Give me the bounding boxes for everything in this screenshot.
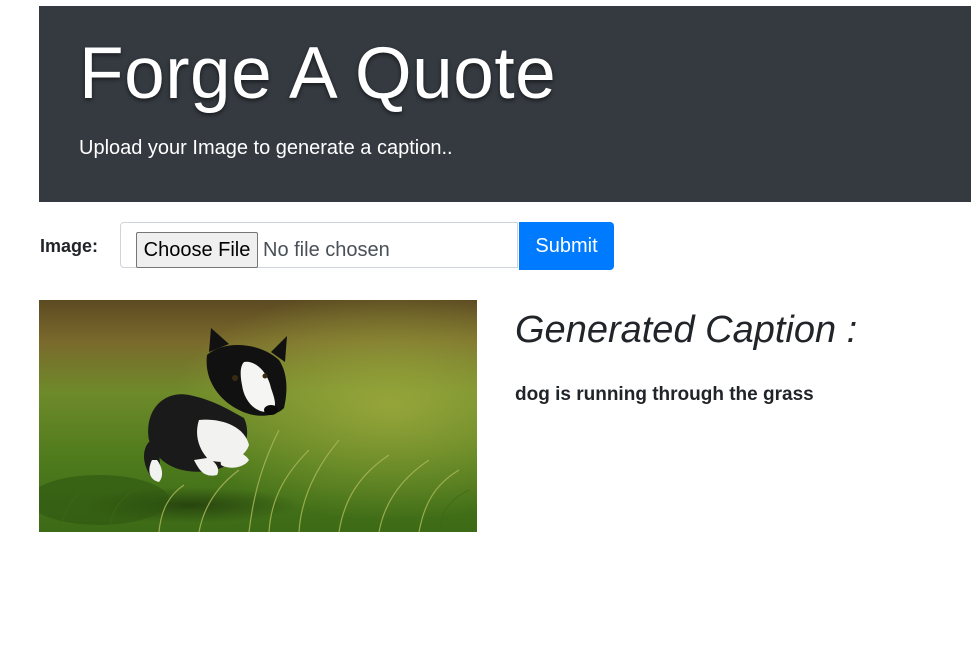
file-input[interactable]: Choose File No file chosen (120, 222, 518, 268)
dog-photo (39, 300, 477, 532)
generated-caption-text: dog is running through the grass (515, 384, 814, 405)
uploaded-image (39, 300, 477, 532)
submit-button[interactable]: Submit (519, 222, 614, 270)
generated-caption-heading: Generated Caption : (515, 309, 858, 351)
image-label: Image: (40, 236, 99, 256)
header-banner: Forge A Quote Upload your Image to gener… (39, 6, 971, 202)
no-file-chosen-text: No file chosen (263, 239, 390, 261)
page-title: Forge A Quote (79, 33, 557, 114)
page-subtitle: Upload your Image to generate a caption.… (79, 137, 453, 159)
upload-form: Image: Choose File No file chosen Submit (39, 222, 639, 270)
choose-file-button[interactable]: Choose File (136, 232, 258, 268)
